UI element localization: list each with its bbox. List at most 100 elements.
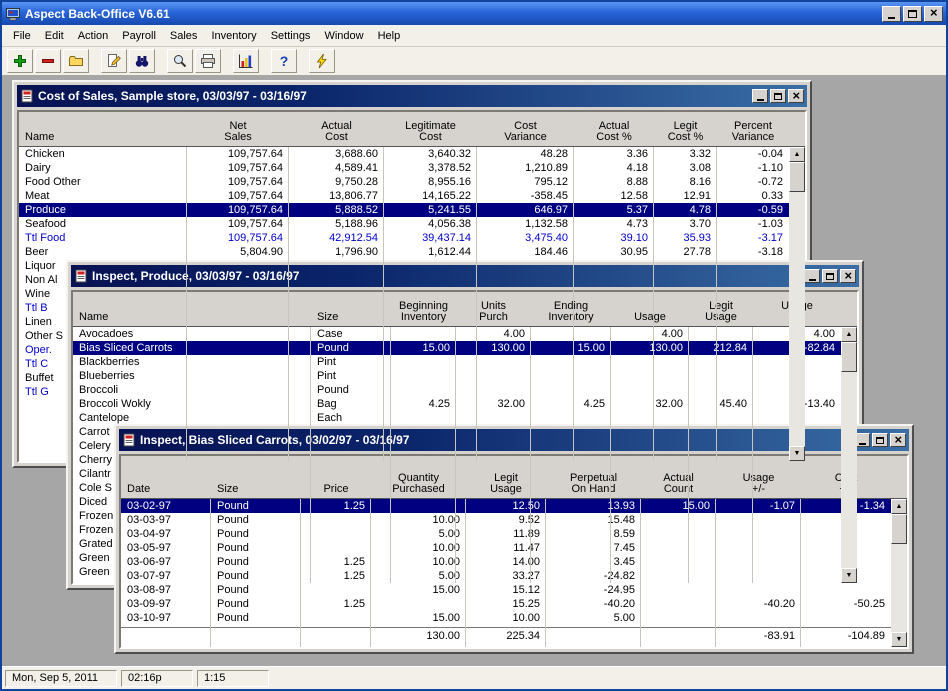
- table-row[interactable]: AvocadoesCase4.004.004.00: [73, 327, 857, 341]
- table-row[interactable]: Meat109,757.6413,806.7714,165.22-358.451…: [19, 189, 805, 203]
- table-cell: 15.48: [546, 513, 641, 527]
- menu-item-edit[interactable]: Edit: [38, 27, 71, 45]
- scroll-up-button[interactable]: [841, 327, 857, 342]
- add-button[interactable]: [7, 49, 33, 73]
- table-cell: 1.25: [301, 555, 371, 569]
- table-row[interactable]: 03-02-97Pound1.2512.5013.9315.00-1.07-1.…: [121, 499, 907, 513]
- table-cell: -50.25: [801, 597, 891, 611]
- table-row[interactable]: CantelopeEach: [73, 411, 857, 425]
- table-row[interactable]: Seafood109,757.645,188.964,056.381,132.5…: [19, 217, 805, 231]
- menu-item-inventory[interactable]: Inventory: [204, 27, 263, 45]
- find-button[interactable]: [129, 49, 155, 73]
- edit-button[interactable]: [101, 49, 127, 73]
- table-cell: 15.00: [641, 499, 716, 513]
- table-cell: 8.16: [654, 175, 717, 189]
- table-row[interactable]: Food Other109,757.649,750.288,955.16795.…: [19, 175, 805, 189]
- table-cell: Dairy: [19, 161, 187, 175]
- table-cell: 0.33: [717, 189, 789, 203]
- column-divider: [476, 147, 477, 461]
- scroll-up-button[interactable]: [891, 499, 907, 514]
- table-cell: -40.20: [716, 597, 801, 611]
- table-row[interactable]: 03-03-97Pound10.009.5215.48: [121, 513, 907, 527]
- chart-button[interactable]: [233, 49, 259, 73]
- table-cell: 15.00: [531, 341, 611, 355]
- table-row[interactable]: BlueberriesPint: [73, 369, 857, 383]
- table-row[interactable]: 03-10-97Pound15.0010.005.00: [121, 611, 907, 625]
- scroll-up-button[interactable]: [789, 147, 805, 162]
- menu-item-sales[interactable]: Sales: [163, 27, 205, 45]
- vertical-scrollbar[interactable]: [789, 147, 805, 461]
- table-row[interactable]: BroccoliPound: [73, 383, 857, 397]
- scroll-thumb[interactable]: [841, 342, 857, 372]
- table-cell: [641, 597, 716, 611]
- table-cell: [531, 327, 611, 341]
- table-row[interactable]: BlackberriesPint: [73, 355, 857, 369]
- scroll-thumb[interactable]: [789, 162, 805, 192]
- table-row[interactable]: 03-09-97Pound1.2515.25-40.20-40.20-50.25: [121, 597, 907, 611]
- menu-item-file[interactable]: File: [6, 27, 38, 45]
- open-folder-button[interactable]: [63, 49, 89, 73]
- table-row[interactable]: Bias Sliced CarrotsPound15.00130.0015.00…: [73, 341, 857, 355]
- table-row[interactable]: 03-04-97Pound5.0011.898.59: [121, 527, 907, 541]
- table-row[interactable]: Ttl Food109,757.6442,912.5439,437.143,47…: [19, 231, 805, 245]
- close-button[interactable]: [840, 269, 856, 283]
- table-row[interactable]: Broccoli WoklyBag4.2532.004.2532.0045.40…: [73, 397, 857, 411]
- maximize-button[interactable]: [770, 89, 786, 103]
- close-button[interactable]: [890, 433, 906, 447]
- scroll-down-button[interactable]: [891, 632, 907, 647]
- column-divider: [752, 327, 753, 583]
- window-titlebar[interactable]: Inspect, Produce, 03/03/97 - 03/16/97: [71, 265, 859, 287]
- table-cell: 795.12: [477, 175, 574, 189]
- menu-item-payroll[interactable]: Payroll: [115, 27, 163, 45]
- menu-item-settings[interactable]: Settings: [264, 27, 318, 45]
- table-cell: 3,378.52: [384, 161, 477, 175]
- table-cell: [391, 411, 456, 425]
- table-cell: 3,640.32: [384, 147, 477, 161]
- minimize-button[interactable]: [752, 89, 768, 103]
- table-row[interactable]: 03-08-97Pound15.0015.12-24.95: [121, 583, 907, 597]
- table-row[interactable]: Beer5,804.901,796.901,612.44184.4630.952…: [19, 245, 805, 259]
- table-cell: [801, 583, 891, 597]
- status-bar: Mon, Sep 5, 2011 02:16p 1:15: [2, 666, 946, 689]
- scroll-down-button[interactable]: [841, 568, 857, 583]
- table-row[interactable]: 03-07-97Pound1.255.0033.27-24.82: [121, 569, 907, 583]
- print-button[interactable]: [195, 49, 221, 73]
- table-row[interactable]: Chicken109,757.643,688.603,640.3248.283.…: [19, 147, 805, 161]
- column-header: Net Sales: [187, 112, 289, 146]
- zoom-button[interactable]: [167, 49, 193, 73]
- menu-item-action[interactable]: Action: [71, 27, 116, 45]
- menu-item-window[interactable]: Window: [317, 27, 370, 45]
- help-button[interactable]: ?: [271, 49, 297, 73]
- table-cell: 9,750.28: [289, 175, 384, 189]
- table-cell: Pound: [211, 583, 301, 597]
- minimize-button[interactable]: [804, 269, 820, 283]
- table-cell: -3.18: [717, 245, 789, 259]
- app-maximize-button[interactable]: [903, 6, 922, 22]
- table-cell: 27.78: [654, 245, 717, 259]
- scroll-down-button[interactable]: [789, 446, 805, 461]
- app-minimize-button[interactable]: [882, 6, 901, 22]
- delete-button[interactable]: [35, 49, 61, 73]
- table-cell: 5.37: [574, 203, 654, 217]
- vertical-scrollbar[interactable]: [841, 327, 857, 583]
- table-row[interactable]: Dairy109,757.644,589.413,378.521,210.894…: [19, 161, 805, 175]
- table-cell: 109,757.64: [187, 189, 289, 203]
- maximize-button[interactable]: [872, 433, 888, 447]
- column-header: Price: [301, 456, 371, 498]
- table-row[interactable]: 03-05-97Pound10.0011.477.45: [121, 541, 907, 555]
- table-row[interactable]: Produce109,757.645,888.525,241.55646.975…: [19, 203, 805, 217]
- vertical-scrollbar[interactable]: [891, 499, 907, 647]
- maximize-button[interactable]: [822, 269, 838, 283]
- run-button[interactable]: [309, 49, 335, 73]
- app-close-button[interactable]: [924, 6, 943, 22]
- table-cell: 30.95: [574, 245, 654, 259]
- table-row[interactable]: 03-06-97Pound1.2510.0014.003.45: [121, 555, 907, 569]
- close-button[interactable]: [788, 89, 804, 103]
- table-cell: [301, 583, 371, 597]
- scroll-thumb[interactable]: [891, 514, 907, 544]
- table-header: NameNet SalesActual CostLegitimate CostC…: [19, 112, 805, 147]
- menu-item-help[interactable]: Help: [371, 27, 408, 45]
- table-cell: 13.93: [546, 499, 641, 513]
- app-titlebar[interactable]: Aspect Back-Office V6.61: [2, 2, 946, 25]
- window-titlebar[interactable]: Cost of Sales, Sample store, 03/03/97 - …: [17, 85, 807, 107]
